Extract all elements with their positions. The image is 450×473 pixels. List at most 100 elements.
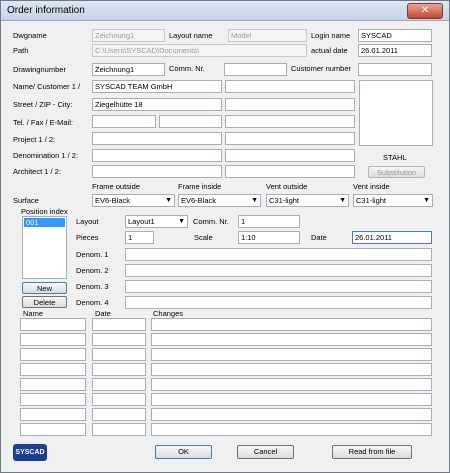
change-date-cell[interactable] [92,378,146,391]
change-date-cell[interactable] [92,363,146,376]
denom4-label: Denom. 4 [76,298,109,307]
position-comm-nr-field[interactable] [238,215,300,228]
street-label: Street / ZIP - City: [13,100,73,109]
dropdown-arrow-icon: ▼ [178,218,185,225]
change-text-cell[interactable] [151,363,432,376]
email-field[interactable] [225,115,355,128]
project2-field[interactable] [225,132,355,145]
drawingnumber-field[interactable] [92,63,165,76]
architect-label: Architect 1 / 2: [13,167,61,176]
change-date-cell[interactable] [92,423,146,436]
denom2-label: Denom. 2 [76,266,109,275]
project-label: Project 1 / 2: [13,135,56,144]
change-text-cell[interactable] [151,348,432,361]
read-from-file-button[interactable]: Read from file [332,445,412,459]
date-label: Date [311,233,327,242]
layout-select[interactable]: Layout1 ▼ [125,215,188,228]
change-name-cell[interactable] [20,408,86,421]
path-label: Path [13,46,29,55]
window-title: Order information [7,5,85,16]
material-preview [359,80,433,146]
substitution-button[interactable]: Substitution [368,166,425,178]
layout-name-label: Layout name [169,31,213,40]
cancel-button[interactable]: Cancel [237,445,294,459]
customer-name1-field[interactable] [92,80,222,93]
customer-number-field[interactable] [358,63,432,76]
fax-field[interactable] [159,115,222,128]
denom1-label: Denom. 1 [76,250,109,259]
denom1-field[interactable] [125,248,432,261]
ok-button[interactable]: OK [155,445,212,459]
dwgname-label: Dwgname [13,31,47,40]
position-date-field[interactable] [352,231,432,244]
new-position-button[interactable]: New [22,282,67,294]
dropdown-arrow-icon: ▼ [165,197,172,204]
tel-field[interactable] [92,115,156,128]
city-field[interactable] [225,98,355,111]
dwgname-field[interactable] [92,29,165,42]
path-field[interactable] [92,44,307,57]
dropdown-arrow-icon: ▼ [251,197,258,204]
dropdown-arrow-icon: ▼ [339,197,346,204]
change-name-cell[interactable] [20,393,86,406]
change-date-cell[interactable] [92,318,146,331]
change-name-cell[interactable] [20,363,86,376]
tel-label: Tel. / Fax / E-Mail: [13,118,74,127]
project1-field[interactable] [92,132,222,145]
change-text-cell[interactable] [151,333,432,346]
scale-field[interactable] [238,231,300,244]
login-name-label: Login name [311,31,351,40]
layout-name-field[interactable] [228,29,307,42]
actual-date-field[interactable] [358,44,432,57]
architect1-field[interactable] [92,165,222,178]
customer-name2-field[interactable] [225,80,355,93]
architect2-field[interactable] [225,165,355,178]
change-name-cell[interactable] [20,318,86,331]
vent-outside-select[interactable]: C31-light ▼ [266,194,349,207]
position-comm-nr-label: Comm. Nr. [193,217,229,226]
change-text-cell[interactable] [151,378,432,391]
comm-nr-label: Comm. Nr. [169,64,205,73]
change-text-cell[interactable] [151,408,432,421]
change-text-cell[interactable] [151,318,432,331]
customer-number-label: Customer number [291,64,352,73]
layout-value: Layout1 [128,217,155,226]
change-name-cell[interactable] [20,348,86,361]
position-index-item[interactable]: 001 [24,218,65,227]
change-text-cell[interactable] [151,423,432,436]
street-field[interactable] [92,98,222,111]
dropdown-arrow-icon: ▼ [423,197,430,204]
denomination-label: Denomination 1 / 2: [13,151,79,160]
order-information-dialog: Order information ✕ Dwgname Layout name … [0,0,450,473]
delete-position-button[interactable]: Delete [22,296,67,308]
change-date-cell[interactable] [92,408,146,421]
change-date-cell[interactable] [92,348,146,361]
login-name-field[interactable] [358,29,432,42]
change-name-cell[interactable] [20,333,86,346]
close-button[interactable]: ✕ [407,3,443,19]
pieces-field[interactable] [125,231,154,244]
frame-inside-value: EV6-Black [181,196,217,205]
denom2-field[interactable] [125,264,432,277]
change-name-cell[interactable] [20,378,86,391]
denom4-field[interactable] [125,296,432,309]
denomination2-field[interactable] [225,149,355,162]
position-index-list[interactable]: 001 [22,216,67,279]
comm-nr-field[interactable] [224,63,287,76]
denom3-label: Denom. 3 [76,282,109,291]
change-date-cell[interactable] [92,393,146,406]
change-name-cell[interactable] [20,423,86,436]
change-text-cell[interactable] [151,393,432,406]
frame-inside-select[interactable]: EV6-Black ▼ [178,194,261,207]
vent-outside-value: C31-light [269,196,300,205]
syscad-logo: SYSCAD [13,444,47,461]
vent-inside-select[interactable]: C31-light ▼ [353,194,433,207]
denomination1-field[interactable] [92,149,222,162]
actual-date-label: actual date [311,46,348,55]
frame-outside-select[interactable]: EV6-Black ▼ [92,194,175,207]
scale-label: Scale [194,233,213,242]
frame-outside-label: Frame outside [92,182,140,191]
denom3-field[interactable] [125,280,432,293]
layout-label: Layout [76,217,99,226]
change-date-cell[interactable] [92,333,146,346]
